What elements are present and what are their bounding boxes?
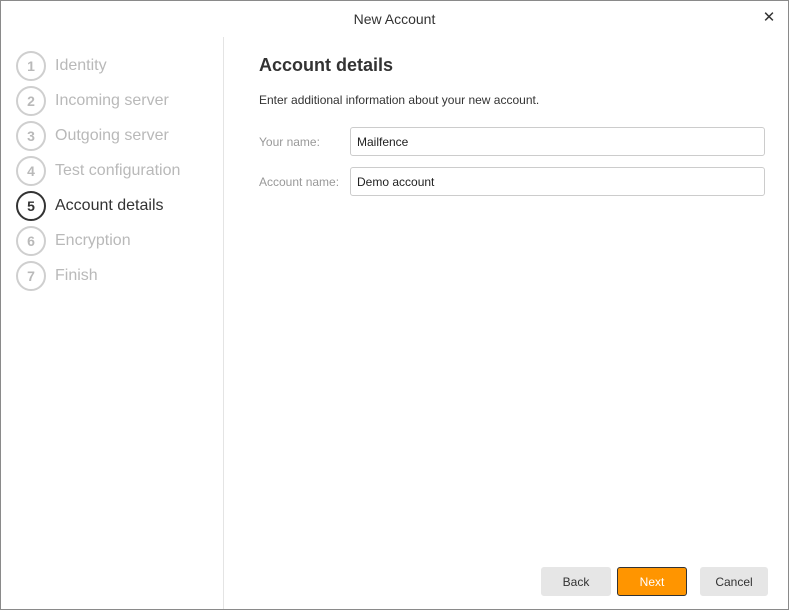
step-label: Incoming server: [55, 92, 169, 109]
back-button[interactable]: Back: [541, 567, 611, 596]
step-number-badge: 5: [16, 191, 46, 221]
intro-text: Enter additional information about your …: [259, 93, 540, 107]
step-number-badge: 2: [16, 86, 46, 116]
page-title: Account details: [259, 55, 394, 75]
step-label: Test configuration: [55, 162, 181, 179]
step-label: Account details: [55, 197, 164, 214]
step-label: Encryption: [55, 232, 131, 249]
step-number-badge: 6: [16, 226, 46, 256]
step-incoming-server: 2 Incoming server: [16, 86, 169, 116]
step-outgoing-server: 3 Outgoing server: [16, 121, 169, 151]
step-encryption: 6 Encryption: [16, 226, 131, 256]
step-finish: 7 Finish: [16, 261, 98, 291]
step-number-badge: 1: [16, 51, 46, 81]
cancel-button[interactable]: Cancel: [700, 567, 768, 596]
step-number-badge: 4: [16, 156, 46, 186]
step-test-configuration: 4 Test configuration: [16, 156, 180, 186]
account-name-input[interactable]: [350, 167, 765, 196]
your-name-input[interactable]: [350, 127, 765, 156]
step-number-badge: 3: [16, 121, 46, 151]
close-icon[interactable]: ✕: [760, 9, 778, 27]
your-name-label: Your name:: [259, 135, 320, 149]
dialog-title: New Account: [353, 11, 436, 27]
new-account-dialog: New Account ✕ 1 Identity 2 Incoming serv…: [0, 0, 789, 610]
account-name-label: Account name:: [259, 175, 340, 189]
step-label: Outgoing server: [55, 127, 169, 144]
step-number-badge: 7: [16, 261, 46, 291]
step-account-details: 5 Account details: [16, 191, 164, 221]
step-identity: 1 Identity: [16, 51, 107, 81]
step-label: Finish: [55, 267, 98, 284]
next-button[interactable]: Next: [617, 567, 687, 596]
step-label: Identity: [55, 57, 107, 74]
